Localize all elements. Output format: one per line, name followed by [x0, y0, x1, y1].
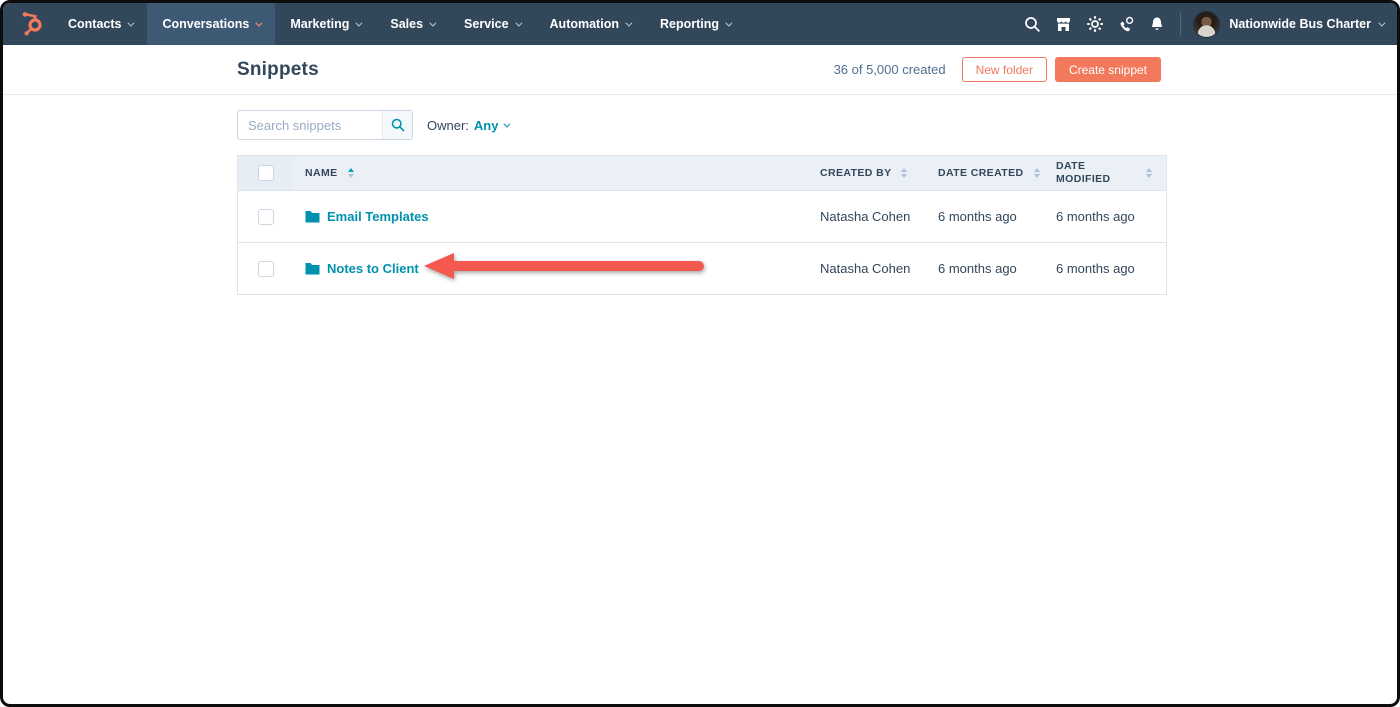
main-menu: Contacts Conversations Marketing Sales S… — [53, 3, 745, 45]
date-modified-cell: 6 months ago — [1056, 209, 1166, 224]
owner-filter-dropdown[interactable]: Any — [474, 118, 509, 133]
sort-arrows-icon — [901, 168, 907, 178]
new-folder-button[interactable]: New folder — [962, 57, 1047, 82]
sort-by-date-modified[interactable]: DATE MODIFIED — [1056, 160, 1118, 185]
chevron-down-icon — [429, 19, 436, 26]
table-header-row: NAME CREATED BY DATE CREATED — [238, 156, 1166, 190]
create-snippet-button[interactable]: Create snippet — [1055, 57, 1161, 82]
created-by-cell: Natasha Cohen — [820, 261, 938, 276]
chevron-down-icon — [1378, 19, 1385, 26]
chevron-down-icon — [356, 19, 363, 26]
date-created-cell: 6 months ago — [938, 209, 1056, 224]
date-created-cell: 6 months ago — [938, 261, 1056, 276]
column-header-date-created: DATE CREATED — [938, 167, 1056, 179]
chevron-down-icon — [725, 19, 732, 26]
account-name: Nationwide Bus Charter — [1229, 17, 1371, 31]
nav-contacts[interactable]: Contacts — [53, 3, 147, 45]
sort-by-created-by[interactable]: CREATED BY — [820, 167, 907, 179]
nav-utilities: Nationwide Bus Charter — [1017, 3, 1397, 45]
row-checkbox[interactable] — [258, 261, 274, 277]
column-header-date-modified: DATE MODIFIED — [1056, 160, 1166, 185]
hubspot-logo-icon[interactable] — [11, 3, 53, 45]
folder-icon — [305, 210, 320, 223]
created-by-cell: Natasha Cohen — [820, 209, 938, 224]
nav-reporting[interactable]: Reporting — [645, 3, 745, 45]
date-modified-cell: 6 months ago — [1056, 261, 1166, 276]
nav-sales[interactable]: Sales — [375, 3, 449, 45]
nav-automation[interactable]: Automation — [535, 3, 645, 45]
column-header-name: NAME — [293, 167, 820, 179]
nav-divider — [1180, 12, 1181, 36]
page-title: Snippets — [237, 59, 319, 81]
settings-gear-icon[interactable] — [1079, 3, 1110, 45]
folder-link[interactable]: Notes to Client — [327, 261, 419, 276]
calls-phone-icon[interactable] — [1110, 3, 1141, 45]
column-header-created-by: CREATED BY — [820, 167, 938, 179]
owner-filter-label: Owner: — [427, 118, 469, 133]
snippets-table: NAME CREATED BY DATE CREATED — [237, 155, 1167, 295]
sort-by-date-created[interactable]: DATE CREATED — [938, 167, 1040, 179]
top-navigation: Contacts Conversations Marketing Sales S… — [3, 3, 1397, 45]
notifications-bell-icon[interactable] — [1141, 3, 1172, 45]
search-box — [237, 110, 413, 140]
folder-icon — [305, 262, 320, 275]
chevron-down-icon — [128, 19, 135, 26]
owner-filter: Owner: Any — [427, 118, 508, 133]
user-avatar[interactable] — [1193, 11, 1220, 38]
chevron-down-icon — [515, 19, 522, 26]
nav-marketing[interactable]: Marketing — [275, 3, 375, 45]
marketplace-icon[interactable] — [1048, 3, 1079, 45]
filter-row: Owner: Any — [237, 110, 1167, 140]
select-all-checkbox[interactable] — [258, 165, 274, 181]
search-icon[interactable] — [1017, 3, 1048, 45]
nav-service[interactable]: Service — [449, 3, 534, 45]
table-row: Notes to Client Natasha Cohen 6 months a… — [238, 242, 1166, 294]
sort-by-name[interactable]: NAME — [305, 167, 354, 179]
sort-arrows-icon — [1034, 168, 1040, 178]
header-actions: 36 of 5,000 created New folder Create sn… — [834, 57, 1161, 82]
row-checkbox[interactable] — [258, 209, 274, 225]
nav-conversations[interactable]: Conversations — [147, 3, 275, 45]
chevron-down-icon — [625, 19, 632, 26]
page-header: Snippets 36 of 5,000 created New folder … — [3, 45, 1397, 95]
main-content: Owner: Any NAME — [3, 95, 1167, 295]
app-window: Contacts Conversations Marketing Sales S… — [0, 0, 1400, 707]
table-row: Email Templates Natasha Cohen 6 months a… — [238, 190, 1166, 242]
chevron-down-icon — [256, 19, 263, 26]
sort-arrows-icon — [1146, 168, 1152, 178]
account-menu[interactable]: Nationwide Bus Charter — [1229, 17, 1383, 31]
chevron-down-icon — [504, 120, 511, 127]
header-checkbox-cell — [238, 156, 293, 190]
snippet-count: 36 of 5,000 created — [834, 62, 946, 77]
folder-link[interactable]: Email Templates — [327, 209, 429, 224]
sort-arrows-icon — [348, 168, 354, 178]
search-submit-icon[interactable] — [382, 111, 412, 139]
